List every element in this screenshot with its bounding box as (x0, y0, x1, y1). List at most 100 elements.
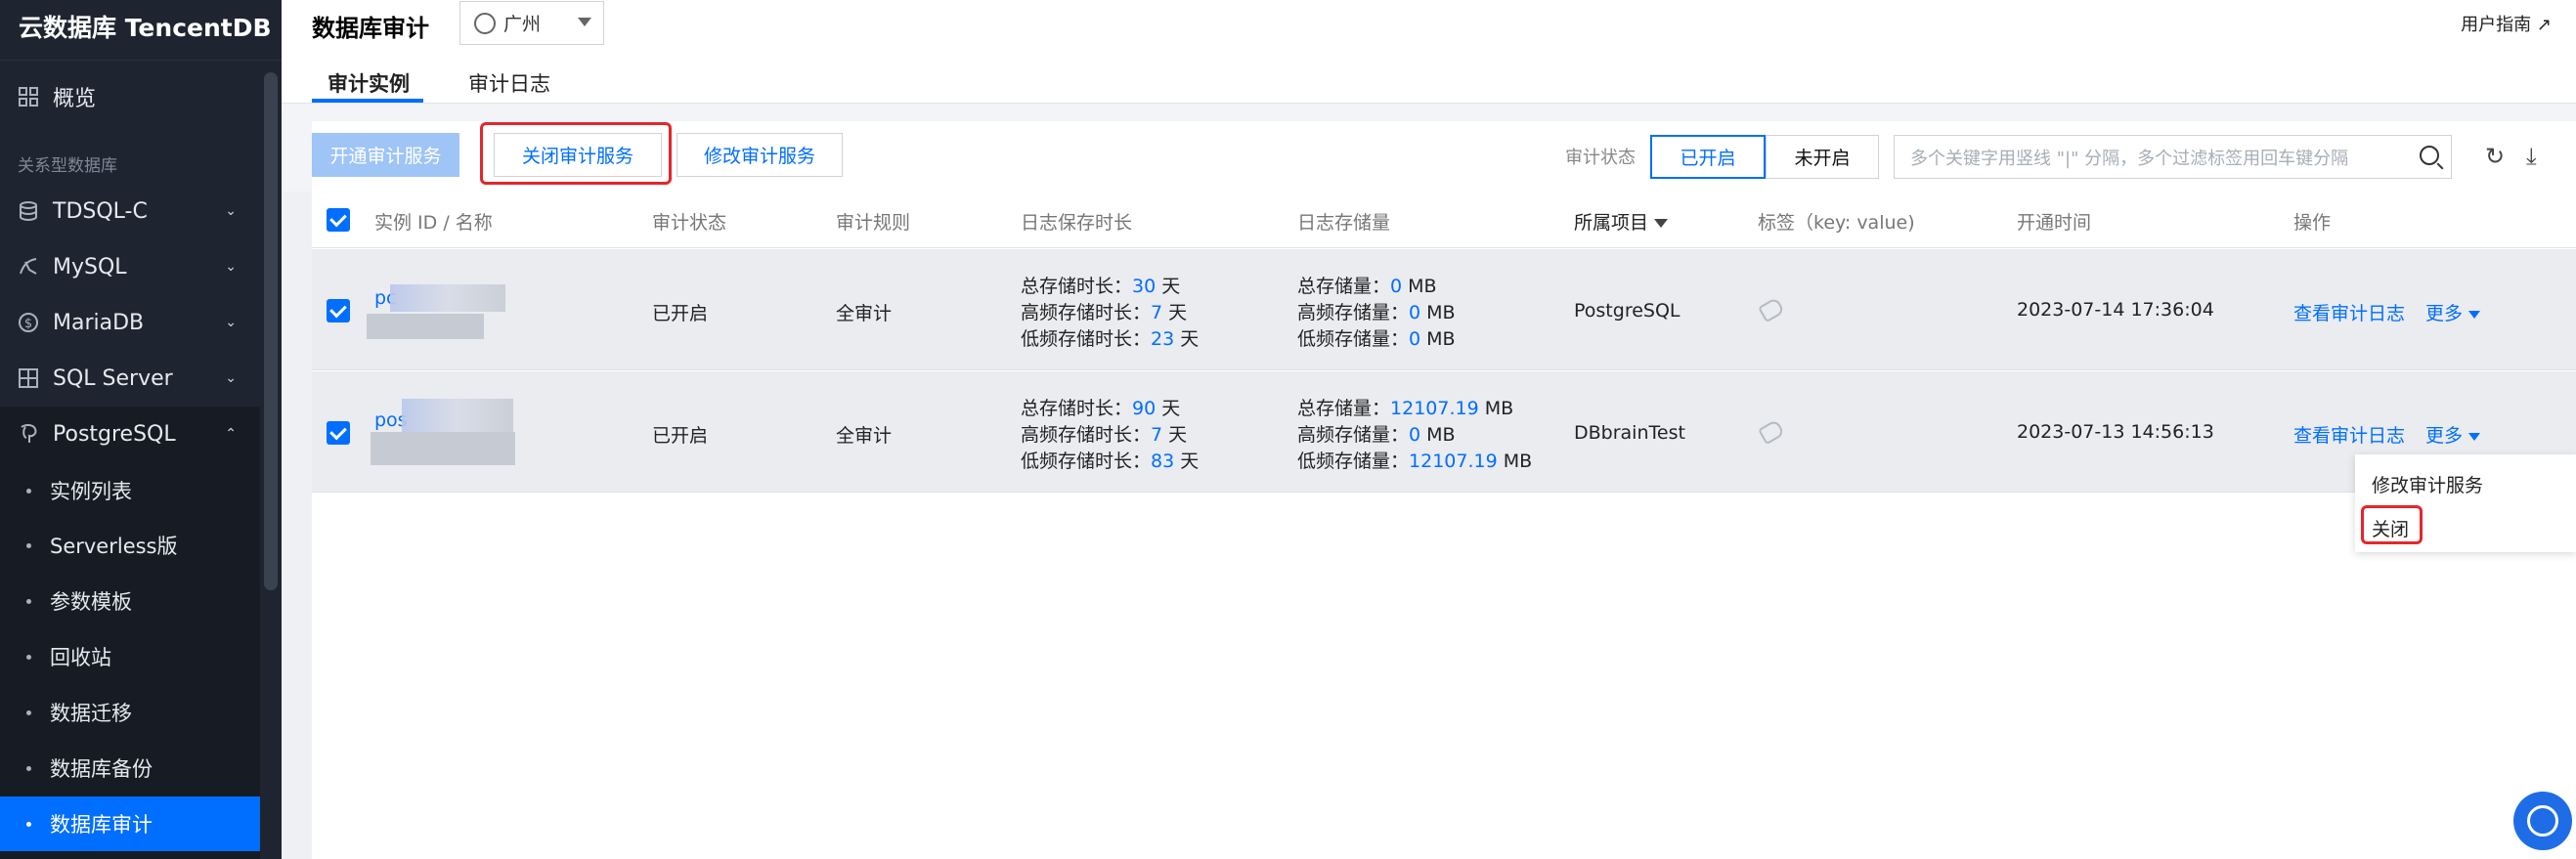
tag-icon[interactable] (1757, 296, 1786, 323)
mysql-icon (16, 254, 41, 279)
active-tab-indicator (312, 99, 423, 103)
storage-high: 高频存储量：0 MB (1297, 302, 1456, 323)
menu-item-modify-audit[interactable]: 修改审计服务 (2372, 471, 2483, 497)
caret-down-icon (578, 18, 591, 26)
support-chat-button[interactable] (2513, 792, 2572, 850)
storage-high: 高频存储量：0 MB (1297, 424, 1456, 446)
modify-audit-button[interactable]: 修改审计服务 (677, 133, 843, 177)
external-link-icon: ↗ (2536, 15, 2552, 35)
user-guide-link[interactable]: 用户指南 ↗ (2461, 11, 2552, 36)
audit-rule-value: 全审计 (836, 303, 893, 324)
col-project-label: 所属项目 (1574, 212, 1649, 234)
sidebar-subitem-label: 数据库审计 (50, 813, 153, 837)
sidebar-item-mariadb[interactable]: $ MariaDB ⌄ (0, 299, 264, 346)
sidebar-subitem-param-template[interactable]: 参数模板 (0, 576, 260, 626)
project-value: DBbrainTest (1574, 422, 1685, 444)
open-time-value: 2023-07-14 17:36:04 (2017, 299, 2214, 321)
bullet-icon (26, 765, 31, 771)
open-audit-button[interactable]: 开通审计服务 (312, 133, 459, 177)
sidebar-subitem-db-backup[interactable]: 数据库备份 (0, 743, 260, 794)
more-dropdown-trigger[interactable]: 更多 (2425, 421, 2481, 448)
sidebar-item-label: 概览 (53, 87, 97, 111)
sidebar-subitem-instance-list[interactable]: 实例列表 (0, 465, 260, 516)
sidebar-subitem-label: 数据库备份 (50, 757, 153, 781)
retention-total: 总存储时长：30 天 (1021, 276, 1181, 297)
col-tags: 标签（key: value) (1758, 212, 1915, 234)
retention-low: 低频存储时长：83 天 (1021, 451, 1200, 472)
tag-icon[interactable] (1757, 418, 1786, 446)
tab-audit-logs[interactable]: 审计日志 (468, 68, 550, 98)
chevron-up-icon: ⌃ (225, 426, 237, 442)
sidebar-subitem-recycle-bin[interactable]: 回收站 (0, 631, 260, 682)
sidebar-item-tdsql-c[interactable]: TDSQL-C ⌄ (0, 188, 264, 235)
sidebar-subitem-serverless[interactable]: Serverless版 (0, 520, 260, 571)
search-input[interactable]: 多个关键字用竖线 "|" 分隔，多个过滤标签用回车键分隔 (1894, 135, 2452, 179)
storage-low: 低频存储量：12107.19 MB (1297, 451, 1533, 472)
chevron-down-icon: ⌄ (225, 203, 237, 219)
page-title: 数据库审计 (312, 15, 429, 42)
highlight-box (2361, 505, 2423, 544)
sidebar-subitem-data-migration[interactable]: 数据迁移 (0, 687, 260, 738)
sidebar-scrollbar[interactable] (264, 72, 278, 590)
redacted-instance-id (390, 284, 505, 312)
sidebar-item-postgresql[interactable]: PostgreSQL ⌃ (0, 410, 264, 457)
bullet-icon (26, 598, 31, 604)
sidebar-item-label: TDSQL-C (53, 198, 148, 224)
row-checkbox[interactable] (327, 299, 350, 322)
redacted-instance-id (402, 399, 513, 432)
col-log-retention: 日志保存时长 (1021, 212, 1133, 234)
col-actions: 操作 (2293, 212, 2332, 234)
headset-icon (2527, 805, 2558, 837)
bullet-icon (26, 821, 31, 827)
chevron-down-icon: ⌄ (225, 315, 237, 330)
status-filter-on[interactable]: 已开启 (1650, 135, 1766, 179)
table-row: pc .. 已开启 全审计 总存储时长：30 天 高频存储时长：7 天 低频存储… (312, 249, 2576, 370)
col-project[interactable]: 所属项目 (1574, 208, 1669, 235)
select-all-checkbox[interactable] (327, 208, 350, 232)
col-audit-status: 审计状态 (652, 212, 727, 234)
elephant-icon (16, 421, 41, 447)
open-time-value: 2023-07-13 14:56:13 (2017, 421, 2214, 443)
region-select[interactable]: 广州 (459, 1, 604, 45)
table-grid-icon (16, 365, 41, 391)
view-audit-log-link[interactable]: 查看审计日志 (2293, 299, 2405, 325)
highlight-box (480, 122, 672, 185)
brand-title: 云数据库 TencentDB (0, 0, 282, 61)
sidebar-subitem-label: 数据迁移 (50, 702, 132, 725)
sidebar-section-title: 关系型数据库 (18, 156, 117, 176)
retention-high: 高频存储时长：7 天 (1021, 424, 1188, 446)
audit-status-label: 审计状态 (1565, 148, 1636, 168)
col-id-name: 实例 ID / 名称 (374, 212, 493, 234)
tab-audit-instances[interactable]: 审计实例 (327, 68, 410, 98)
region-value: 广州 (503, 14, 542, 35)
sidebar-item-label: PostgreSQL (53, 421, 176, 447)
table-row: pos 已开启 全审计 总存储时长：90 天 高频存储时长：7 天 低频存储时长… (312, 371, 2576, 493)
sidebar: 云数据库 TencentDB 概览 关系型数据库 TDSQL-C ⌄ MySQL… (0, 0, 282, 859)
sidebar-subitem-label: Serverless版 (50, 535, 178, 558)
view-audit-log-link[interactable]: 查看审计日志 (2293, 421, 2405, 448)
project-value: PostgreSQL (1574, 300, 1681, 322)
more-label: 更多 (2425, 425, 2464, 447)
sidebar-item-mysql[interactable]: MySQL ⌄ (0, 243, 264, 290)
sidebar-item-overview[interactable]: 概览 (0, 73, 264, 120)
bullet-icon (26, 542, 31, 548)
chevron-down-icon: ⌄ (225, 259, 237, 275)
redacted-instance-name (371, 432, 515, 465)
search-placeholder: 多个关键字用竖线 "|" 分隔，多个过滤标签用回车键分隔 (1910, 148, 2349, 169)
col-open-time: 开通时间 (2017, 212, 2092, 234)
row-checkbox[interactable] (327, 421, 350, 445)
globe-icon (474, 12, 496, 34)
more-dropdown-trigger[interactable]: 更多 (2425, 299, 2481, 325)
retention-low: 低频存储时长：23 天 (1021, 328, 1200, 350)
bullet-icon (26, 654, 31, 660)
caret-down-icon (2468, 432, 2481, 441)
sidebar-item-sql-server[interactable]: SQL Server ⌄ (0, 355, 264, 402)
sidebar-subitem-db-audit[interactable]: 数据库审计 (0, 796, 260, 851)
filter-icon[interactable] (1654, 219, 1669, 228)
status-filter-off[interactable]: 未开启 (1766, 135, 1879, 179)
refresh-icon[interactable]: ↻ (2485, 143, 2505, 170)
download-icon[interactable]: ⤓ (2526, 143, 2537, 170)
search-icon[interactable] (2420, 146, 2439, 165)
col-log-storage: 日志存储量 (1297, 212, 1391, 234)
retention-total: 总存储时长：90 天 (1021, 398, 1181, 419)
